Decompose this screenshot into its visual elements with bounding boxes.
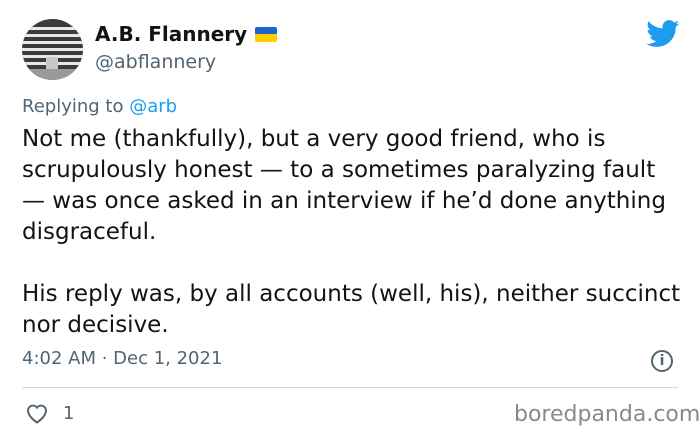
author-display-name[interactable]: A.B. Flannery <box>95 22 278 46</box>
twitter-bird-icon[interactable] <box>646 20 680 48</box>
replying-to-line: Replying to @arb <box>22 96 177 117</box>
author-name-text: A.B. Flannery <box>95 22 248 46</box>
like-count: 1 <box>63 403 75 424</box>
avatar[interactable] <box>22 19 83 80</box>
tweet-text: Not me (thankfully), but a very good fri… <box>22 124 682 341</box>
info-icon[interactable]: i <box>651 350 673 372</box>
ukraine-flag-icon <box>255 26 278 42</box>
tweet-timestamp[interactable]: 4:02 AM · Dec 1, 2021 <box>22 348 222 369</box>
tweet-paragraph: Not me (thankfully), but a very good fri… <box>22 126 666 245</box>
replying-to-prefix: Replying to <box>22 96 124 117</box>
reply-mention-link[interactable]: @arb <box>129 96 177 117</box>
divider <box>22 387 678 388</box>
heart-icon[interactable] <box>25 402 49 424</box>
watermark: boredpanda.com <box>514 402 700 427</box>
author-handle[interactable]: @abflannery <box>95 51 216 73</box>
tweet-paragraph: His reply was, by all accounts (well, hi… <box>22 281 681 338</box>
